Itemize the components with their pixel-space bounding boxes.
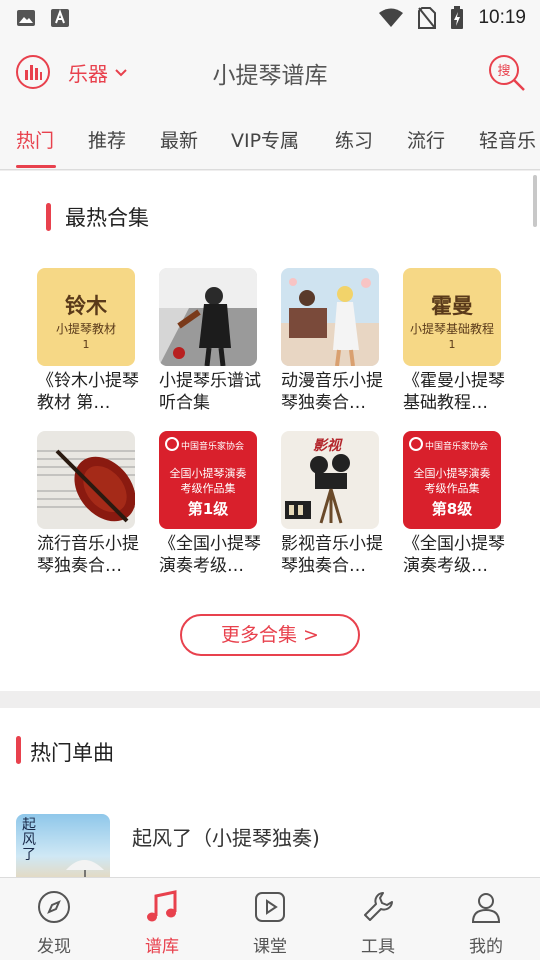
collection-name: 《全国小提琴演奏考级… <box>403 534 505 576</box>
collection-cover <box>159 268 257 366</box>
chevron-down-icon <box>115 68 127 76</box>
nav-profile[interactable]: 我的 <box>432 878 540 960</box>
umbrella-icon <box>66 860 104 877</box>
cover-title: 铃木 <box>65 294 107 318</box>
cover-subtitle: 小提琴教材 <box>55 322 116 336</box>
collection-cover <box>37 431 135 529</box>
wifi-icon <box>379 8 404 27</box>
play-video-icon <box>255 892 285 922</box>
cover-subtitle: 小提琴基础教程 <box>409 322 494 336</box>
active-tab-indicator <box>16 165 56 168</box>
song-cover: 起风了 <box>16 814 110 877</box>
music-note-icon <box>147 890 177 922</box>
song-list-item[interactable]: 起风了 起风了（小提琴独奏) <box>16 814 524 877</box>
collection-cover: 中国音乐家协会 全国小提琴演奏 考级作品集 第8级 <box>403 431 501 529</box>
cover-subtitle: 考级作品集 <box>424 482 480 495</box>
cover-volume: 1 <box>448 338 456 351</box>
clock: 10:19 <box>478 7 526 28</box>
collection-name: 动漫音乐小提琴独奏合… <box>281 371 383 413</box>
tab-vip[interactable]: VIP专属 <box>231 126 299 153</box>
more-collections-button[interactable]: 更多合集 > <box>180 614 360 656</box>
scrollbar[interactable] <box>533 175 537 227</box>
bottom-navigation: 发现 谱库 课堂 工具 我的 <box>0 877 540 960</box>
cover-title: 霍曼 <box>431 294 473 318</box>
nav-classroom[interactable]: 课堂 <box>216 878 324 960</box>
nav-label: 工具 <box>361 937 395 957</box>
instrument-selector[interactable]: 乐器 <box>68 58 128 87</box>
wrench-icon <box>364 892 393 921</box>
nav-label: 谱库 <box>145 937 179 957</box>
nav-sheet-library[interactable]: 谱库 <box>108 878 216 960</box>
collection-cover: 中国音乐家协会 全国小提琴演奏 考级作品集 第1级 <box>159 431 257 529</box>
cover-level: 第8级 <box>431 500 473 518</box>
tab-hot[interactable]: 热门 <box>16 126 54 153</box>
search-icon-text: 搜 <box>497 64 510 79</box>
song-title: 起风了（小提琴独奏) <box>132 826 320 850</box>
nav-label: 课堂 <box>253 937 287 957</box>
tab-latest[interactable]: 最新 <box>160 126 198 153</box>
collection-name: 小提琴乐谱试听合集 <box>159 371 261 413</box>
section-title: 最热合集 <box>65 206 149 230</box>
hot-collections-section: 最热合集 铃木 小提琴教材 1 《铃木小提琴教材 第… 小提琴乐谱试听合集 动漫… <box>0 171 540 691</box>
search-icon[interactable]: 搜 <box>488 54 526 92</box>
cover-title: 全国小提琴演奏 <box>413 467 491 480</box>
cover-publisher: 中国音乐家协会 <box>181 442 245 452</box>
collection-cover: 影视 <box>281 431 379 529</box>
hot-singles-section: 热门单曲 起风了 起风了（小提琴独奏) <box>0 708 540 877</box>
compass-icon <box>38 891 70 923</box>
tab-pop[interactable]: 流行 <box>407 126 445 153</box>
collection-cover <box>281 268 379 366</box>
nav-label: 发现 <box>37 937 71 957</box>
collection-name: 流行音乐小提琴独奏合… <box>37 534 139 576</box>
tab-recommended[interactable]: 推荐 <box>88 126 126 153</box>
collection-cover: 霍曼 小提琴基础教程 1 <box>403 268 501 366</box>
association-logo-icon <box>409 437 423 451</box>
collection-name: 影视音乐小提琴独奏合… <box>281 534 383 576</box>
font-notification-icon <box>51 9 69 27</box>
cover-title: 全国小提琴演奏 <box>169 467 247 480</box>
collection-name: 《霍曼小提琴基础教程… <box>403 371 505 413</box>
app-logo-icon[interactable] <box>15 54 51 90</box>
app-header: 乐器 小提琴谱库 搜 <box>0 36 540 108</box>
no-sim-icon <box>418 7 437 29</box>
nav-label: 我的 <box>469 937 503 957</box>
nav-tools[interactable]: 工具 <box>324 878 432 960</box>
collection-cover: 铃木 小提琴教材 1 <box>37 268 135 366</box>
image-notification-icon <box>17 10 35 26</box>
collection-name: 《铃木小提琴教材 第… <box>37 371 139 413</box>
cover-subtitle: 考级作品集 <box>180 482 236 495</box>
instrument-label: 乐器 <box>68 62 108 86</box>
content-area[interactable]: 最热合集 铃木 小提琴教材 1 《铃木小提琴教材 第… 小提琴乐谱试听合集 动漫… <box>0 171 540 877</box>
tab-practice[interactable]: 练习 <box>335 126 373 153</box>
film-camera-icon <box>285 454 350 524</box>
section-marker <box>46 203 51 231</box>
cover-level: 第1级 <box>187 500 229 518</box>
association-logo-icon <box>165 437 179 451</box>
user-icon <box>471 893 501 923</box>
battery-charging-icon <box>451 6 464 29</box>
tab-light-music[interactable]: 轻音乐 <box>479 126 536 153</box>
section-marker <box>16 736 21 764</box>
collection-name: 《全国小提琴演奏考级… <box>159 534 261 576</box>
nav-discover[interactable]: 发现 <box>0 878 108 960</box>
cover-publisher: 中国音乐家协会 <box>425 442 489 452</box>
status-bar: 10:19 <box>0 0 540 36</box>
cover-volume: 1 <box>82 338 90 351</box>
category-tabs: 热门 推荐 最新 VIP专属 练习 流行 轻音乐 <box>0 108 540 170</box>
section-title: 热门单曲 <box>30 741 114 765</box>
